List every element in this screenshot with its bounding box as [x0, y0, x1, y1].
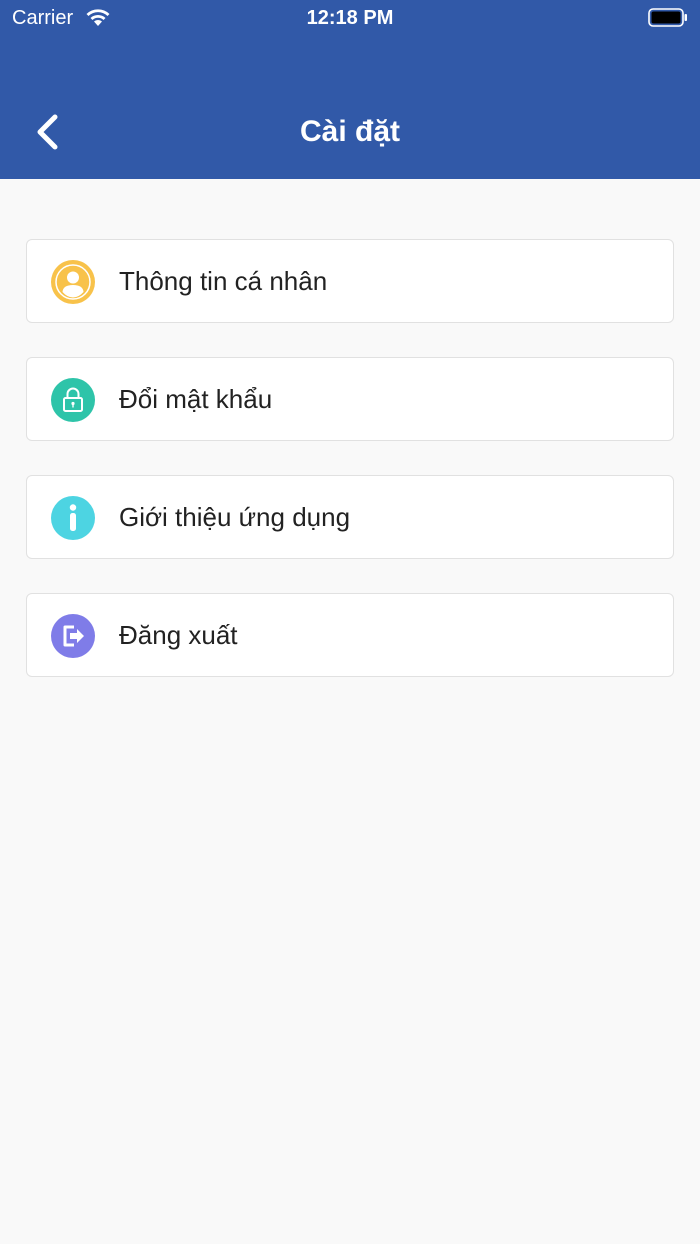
menu-item-logout[interactable]: Đăng xuất [26, 593, 674, 677]
page-title: Cài đặt [299, 115, 401, 148]
menu-item-label: Giới thiệu ứng dụng [119, 502, 351, 532]
menu-item-label: Thông tin cá nhân [119, 266, 328, 296]
status-time: 12:18 PM [306, 7, 394, 29]
menu-item-personal-info[interactable]: Thông tin cá nhân [26, 239, 674, 323]
header: Carrier 12:18 PM Cài đặt [0, 0, 700, 179]
info-icon [51, 496, 95, 540]
menu-item-label: Đăng xuất [119, 620, 238, 650]
nav-bar: Cài đặt [0, 96, 700, 170]
settings-menu: Thông tin cá nhân Đổi mật khẩu Giới thiệ… [26, 239, 674, 711]
lock-icon [51, 378, 95, 422]
menu-item-about-app[interactable]: Giới thiệu ứng dụng [26, 475, 674, 559]
user-icon [51, 260, 95, 304]
menu-item-change-password[interactable]: Đổi mật khẩu [26, 357, 674, 441]
status-bar: Carrier 12:18 PM [0, 0, 700, 36]
menu-item-label: Đổi mật khẩu [119, 384, 273, 414]
battery-icon [648, 8, 687, 27]
logout-icon [51, 614, 95, 658]
